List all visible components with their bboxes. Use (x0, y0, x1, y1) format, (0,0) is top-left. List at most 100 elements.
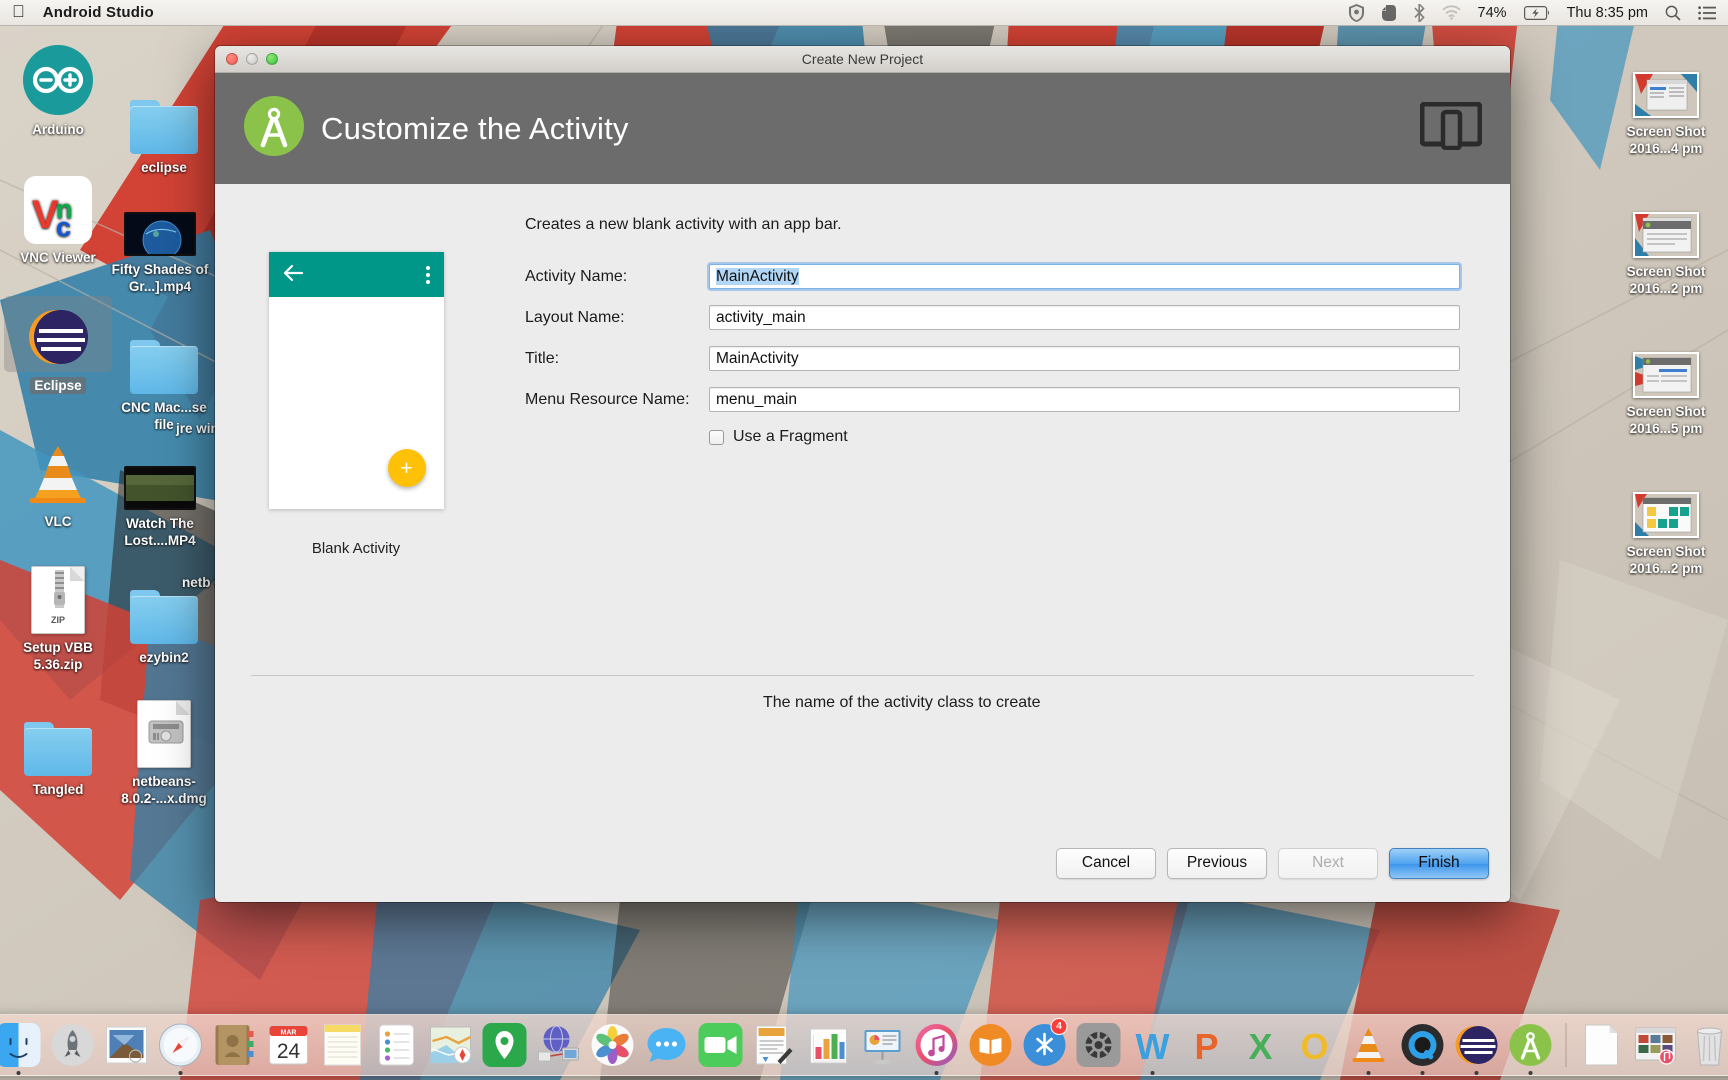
dock-item-eclipse[interactable] (1452, 1017, 1502, 1075)
menubar-clock[interactable]: Thu 8:35 pm (1567, 5, 1648, 21)
shield-icon[interactable] (1348, 3, 1364, 22)
safari-icon (158, 1022, 204, 1068)
dock-item-app-store[interactable]: 4 (1020, 1017, 1070, 1075)
dock-item-quicktime[interactable] (1398, 1017, 1448, 1075)
dock-item-keynote[interactable] (858, 1017, 908, 1075)
desktop-icon-tangled-folder[interactable]: Tangled (4, 700, 112, 798)
use-a-fragment-checkbox[interactable] (709, 429, 724, 445)
spotlight-search-icon[interactable] (1665, 5, 1681, 21)
dock-item-photos[interactable] (588, 1017, 638, 1075)
menubar-app-name[interactable]: Android Studio (43, 4, 154, 21)
running-indicator (719, 1071, 723, 1075)
dock-item-contacts[interactable] (210, 1017, 260, 1075)
dock-item-android-studio[interactable] (1506, 1017, 1556, 1075)
arrow-back-icon (283, 264, 305, 286)
desktop-icon-netbeans-dmg[interactable]: netbeans-8.0.2-...x.dmg (110, 692, 218, 807)
video-thumbnail-icon (106, 180, 214, 256)
photos-icon (590, 1022, 636, 1068)
field-label: Layout Name: (525, 308, 625, 326)
dock-item-excel[interactable]: X (1236, 1017, 1286, 1075)
dock-item-ibooks[interactable] (966, 1017, 1016, 1075)
svg-text:X: X (1248, 1026, 1272, 1067)
apple-menu-icon[interactable]:  (12, 3, 25, 20)
running-indicator (1420, 1071, 1425, 1075)
dock-item-downloads-stack[interactable] (1631, 1017, 1681, 1075)
desktop-icon-fifty-shades-video[interactable]: Fifty Shades of Gr...].mp4 (106, 180, 214, 295)
desktop-icon-vnc-viewer[interactable]: Vnc VNC Viewer (4, 168, 112, 266)
dock-item-shield[interactable] (480, 1017, 530, 1075)
preview-app-bar (268, 252, 444, 297)
desktop-icon-screenshot-1[interactable]: Screen Shot 2016...4 pm (1612, 42, 1720, 157)
desktop-icon-arduino[interactable]: Arduino (4, 40, 112, 138)
window-titlebar[interactable]: Create New Project (215, 46, 1510, 73)
dock-item-powerpoint[interactable]: P (1182, 1017, 1232, 1075)
running-indicator (1205, 1071, 1209, 1075)
battery-icon[interactable] (1523, 5, 1550, 20)
dock-item-trash[interactable] (1685, 1017, 1728, 1075)
dock-item-word[interactable]: W (1128, 1017, 1178, 1075)
dock-item-document[interactable] (1577, 1017, 1627, 1075)
running-indicator (16, 1071, 21, 1075)
svg-text:O: O (1300, 1026, 1328, 1067)
running-indicator (1600, 1071, 1604, 1075)
title-input[interactable]: MainActivity (709, 346, 1460, 371)
dock-item-outlook[interactable]: O (1290, 1017, 1340, 1075)
desktop-icon-cnc-folder[interactable]: CNC Mac...se file (110, 318, 218, 433)
more-vert-icon (425, 265, 430, 284)
desktop-icon-screenshot-3[interactable]: Screen Shot 2016...5 pm (1612, 322, 1720, 437)
desktop-icon-screenshot-2[interactable]: Screen Shot 2016...2 pm (1612, 182, 1720, 297)
dock-item-finder[interactable] (0, 1017, 44, 1075)
desktop-icon-label: eclipse (141, 160, 187, 175)
title-value: MainActivity (716, 350, 799, 367)
dock-item-messages[interactable] (642, 1017, 692, 1075)
desktop-icon-vlc[interactable]: VLC (4, 432, 112, 530)
dock-item-facetime[interactable] (696, 1017, 746, 1075)
layout-name-input[interactable]: activity_main (709, 305, 1460, 330)
hint-separator (251, 675, 1474, 676)
running-indicator (881, 1071, 885, 1075)
shield-app-icon (482, 1022, 528, 1068)
dock-item-itunes[interactable] (912, 1017, 962, 1075)
screenshot-thumbnail-icon (1612, 42, 1720, 118)
device-tablet-phone-icon[interactable] (1419, 101, 1483, 155)
desktop-icon-eclipse-app[interactable]: Eclipse (4, 296, 112, 394)
dock-item-calendar[interactable]: MAR 24 (264, 1017, 314, 1075)
dock-item-notes[interactable] (318, 1017, 368, 1075)
desktop-icon-setup-vbb-zip[interactable]: ZIP Setup VBB 5.36.zip (4, 558, 112, 673)
wifi-icon[interactable] (1442, 5, 1461, 20)
dock-item-system-preferences[interactable] (1074, 1017, 1124, 1075)
field-hint-text: The name of the activity class to create (763, 694, 1041, 711)
previous-button[interactable]: Previous (1167, 847, 1267, 879)
activity-preview-thumbnail[interactable]: + (268, 252, 444, 509)
dock-item-vlc[interactable] (1344, 1017, 1394, 1075)
notification-center-icon[interactable] (1698, 5, 1716, 20)
desktop-icon-screenshot-4[interactable]: Screen Shot 2016...2 pm (1612, 462, 1720, 577)
network-globe-icon (536, 1022, 582, 1068)
use-a-fragment-row[interactable]: Use a Fragment (525, 428, 1460, 446)
menu-resource-name-input[interactable]: menu_main (709, 387, 1460, 412)
desktop-icon-eclipse-folder[interactable]: eclipse (110, 78, 218, 176)
desktop-icon-label: Setup VBB 5.36.zip (23, 640, 93, 672)
dock-item-reminders[interactable] (372, 1017, 422, 1075)
running-indicator (1474, 1071, 1479, 1075)
cancel-button[interactable]: Cancel (1056, 847, 1156, 879)
dock-item-mail[interactable] (102, 1017, 152, 1075)
contacts-icon (212, 1022, 258, 1068)
bluetooth-icon[interactable] (1413, 3, 1425, 22)
dock-item-safari[interactable] (156, 1017, 206, 1075)
finish-button[interactable]: Finish (1389, 847, 1489, 879)
video-thumbnail-icon (106, 434, 214, 510)
running-indicator (395, 1071, 399, 1075)
itunes-icon (914, 1022, 960, 1068)
desktop-icon-label: ezybin2 (139, 650, 189, 665)
dock-item-numbers[interactable] (804, 1017, 854, 1075)
dock-item-network[interactable] (534, 1017, 584, 1075)
dock-item-pages[interactable] (750, 1017, 800, 1075)
desktop-icon-watch-the-lost-video[interactable]: Watch The Lost....MP4 (106, 434, 214, 549)
vlc-cone-icon (4, 432, 112, 508)
desktop-icon-ezybin2-folder[interactable]: ezybin2 (110, 568, 218, 666)
dock-item-launchpad[interactable] (48, 1017, 98, 1075)
evernote-icon[interactable] (1381, 4, 1397, 22)
dock-item-maps[interactable] (426, 1017, 476, 1075)
activity-name-input[interactable]: MainActivity (709, 264, 1460, 289)
